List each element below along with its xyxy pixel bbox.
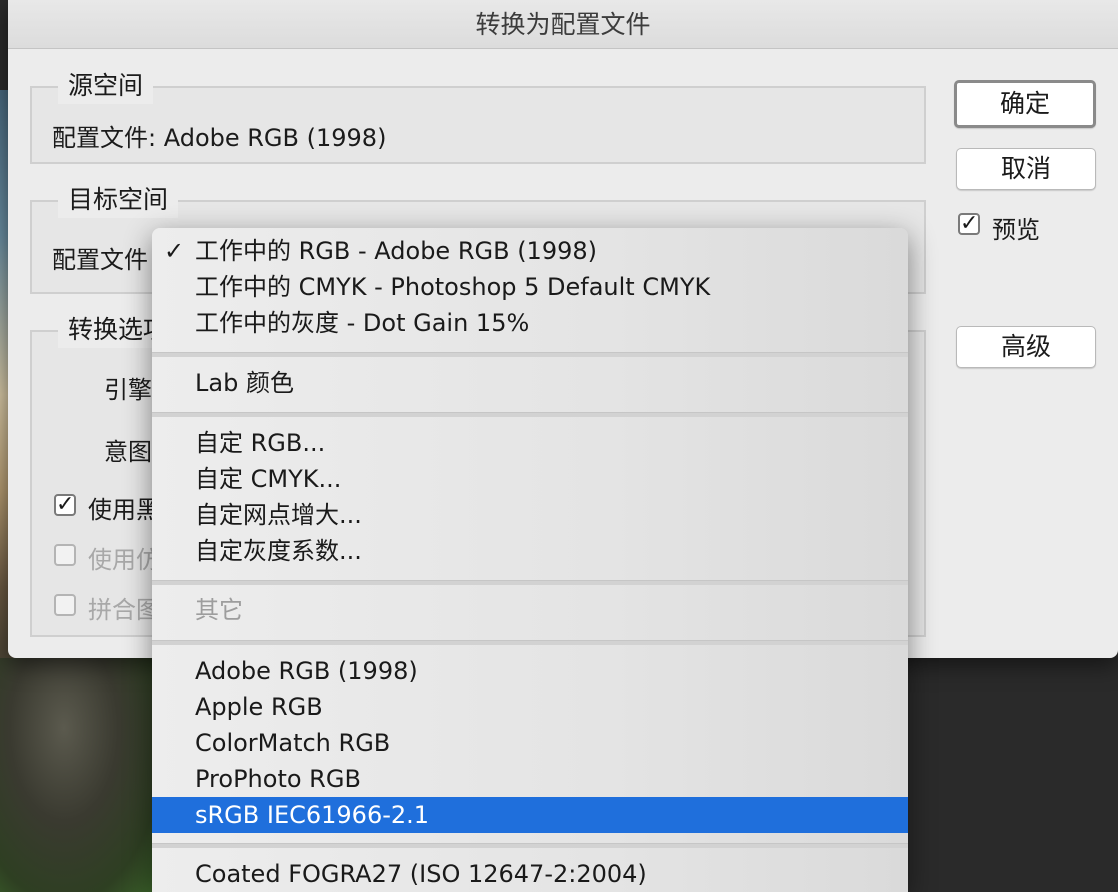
flatten-image-label: 拼合图 bbox=[88, 596, 160, 624]
engine-label: 引擎 bbox=[104, 376, 152, 404]
menu-item-custom-dot-gain[interactable]: 自定网点增大... bbox=[152, 497, 908, 533]
menu-item-colormatch-rgb[interactable]: ColorMatch RGB bbox=[152, 725, 908, 761]
destination-profile-label: 配置文件 bbox=[52, 246, 148, 274]
menu-item-apple-rgb[interactable]: Apple RGB bbox=[152, 689, 908, 725]
source-space-label: 源空间 bbox=[58, 68, 154, 104]
menu-separator bbox=[152, 640, 908, 645]
dialog-title: 转换为配置文件 bbox=[8, 0, 1118, 49]
intent-label: 意图 bbox=[104, 438, 152, 466]
menu-separator bbox=[152, 412, 908, 417]
advanced-button[interactable]: 高级 bbox=[956, 326, 1096, 368]
flatten-image-checkbox[interactable] bbox=[54, 594, 76, 616]
menu-item-custom-rgb[interactable]: 自定 RGB... bbox=[152, 425, 908, 461]
menu-separator bbox=[152, 580, 908, 585]
background-dark bbox=[908, 658, 1118, 892]
background-photo-bottom bbox=[0, 658, 160, 892]
menu-item-working-rgb[interactable]: ✓ 工作中的 RGB - Adobe RGB (1998) bbox=[152, 233, 908, 269]
cancel-button[interactable]: 取消 bbox=[956, 148, 1096, 190]
use-dither-checkbox[interactable] bbox=[54, 544, 76, 566]
menu-item-custom-cmyk[interactable]: 自定 CMYK... bbox=[152, 461, 908, 497]
use-dither-label: 使用仿 bbox=[88, 546, 160, 574]
use-black-point-label: 使用黑 bbox=[88, 496, 160, 524]
menu-item-adobe-rgb[interactable]: Adobe RGB (1998) bbox=[152, 653, 908, 689]
menu-item-custom-gamma[interactable]: 自定灰度系数... bbox=[152, 533, 908, 569]
menu-item-srgb[interactable]: sRGB IEC61966-2.1 bbox=[152, 797, 908, 833]
preview-checkbox[interactable]: ✓ bbox=[958, 213, 980, 235]
destination-space-label: 目标空间 bbox=[58, 182, 179, 218]
checkmark-icon: ✓ bbox=[164, 237, 185, 265]
source-space-group: 源空间 配置文件: Adobe RGB (1998) bbox=[30, 68, 926, 164]
menu-item-coated-fogra27[interactable]: Coated FOGRA27 (ISO 12647-2:2004) bbox=[152, 856, 908, 892]
ok-button[interactable]: 确定 bbox=[954, 80, 1096, 128]
menu-item-working-gray[interactable]: 工作中的灰度 - Dot Gain 15% bbox=[152, 305, 908, 341]
menu-item-prophoto-rgb[interactable]: ProPhoto RGB bbox=[152, 761, 908, 797]
use-black-point-checkbox[interactable]: ✓ bbox=[54, 494, 76, 516]
menu-separator bbox=[152, 843, 908, 848]
menu-item-lab-color[interactable]: Lab 颜色 bbox=[152, 365, 908, 401]
menu-item-working-cmyk[interactable]: 工作中的 CMYK - Photoshop 5 Default CMYK bbox=[152, 269, 908, 305]
menu-item-other: 其它 bbox=[195, 596, 243, 624]
profile-dropdown-menu: ✓ 工作中的 RGB - Adobe RGB (1998) 工作中的 CMYK … bbox=[152, 228, 908, 892]
source-profile-text: 配置文件: Adobe RGB (1998) bbox=[52, 124, 387, 152]
menu-separator bbox=[152, 352, 908, 357]
preview-label: 预览 bbox=[992, 216, 1040, 244]
